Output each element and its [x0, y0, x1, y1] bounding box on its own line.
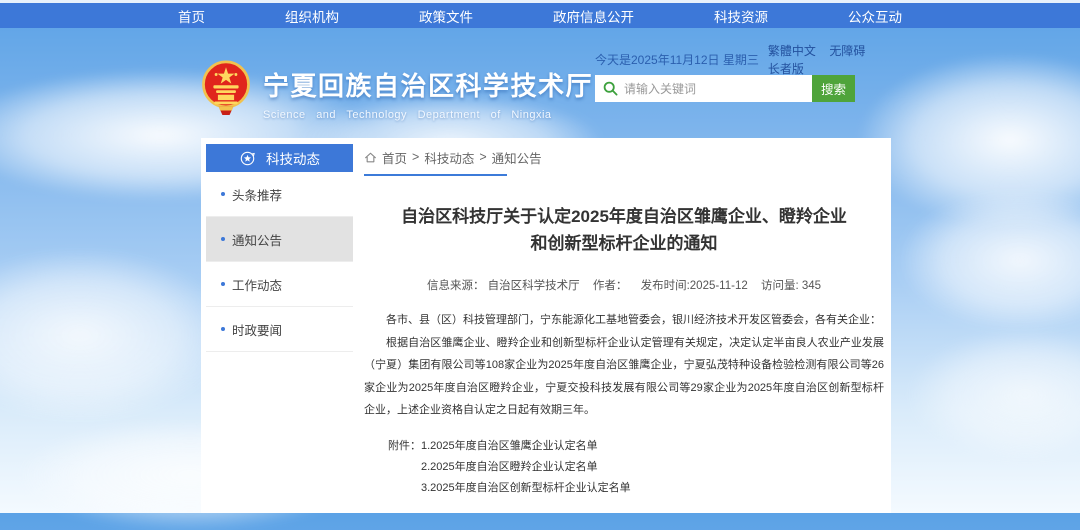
- search-input[interactable]: [624, 82, 806, 96]
- meta-publish-time: 发布时间:2025-11-12: [641, 280, 748, 292]
- sidebar-item-political-news[interactable]: 时政要闻: [206, 307, 353, 352]
- nav-item-home[interactable]: 首页: [178, 6, 205, 26]
- sidebar-item-notices[interactable]: 通知公告: [206, 217, 353, 262]
- article-title: 自治区科技厅关于认定2025年度自治区雏鹰企业、瞪羚企业 和创新型标杆企业的通知: [364, 203, 884, 257]
- sidebar-item-work-updates[interactable]: 工作动态: [206, 262, 353, 307]
- tech-news-icon: [239, 150, 256, 167]
- attachment-link[interactable]: 3.2025年度自治区创新型标杆企业认定名单: [421, 478, 631, 499]
- national-emblem-icon: [199, 59, 253, 117]
- site-title: 宁夏回族自治区科学技术厅: [263, 66, 593, 103]
- content-panel: 科技动态 头条推荐 通知公告 工作动态 时政要闻: [201, 138, 891, 513]
- header-utility: 今天是2025年11月12日 星期三 繁體中文 无障碍 长者版 搜索: [595, 52, 874, 102]
- site-subtitle: Science and Technology Department of Nin…: [263, 109, 593, 121]
- home-icon: [364, 151, 377, 164]
- breadcrumb-current: 通知公告: [492, 148, 542, 167]
- nav-item-organization[interactable]: 组织机构: [285, 6, 339, 26]
- breadcrumb-section[interactable]: 科技动态: [424, 148, 474, 167]
- attachment-link[interactable]: 1.2025年度自治区雏鹰企业认定名单: [421, 436, 631, 457]
- meta-source: 信息来源： 自治区科学技术厅: [427, 280, 580, 292]
- sidebar-item-headlines[interactable]: 头条推荐: [206, 172, 353, 217]
- attachments: 附件： 1.2025年度自治区雏鹰企业认定名单 2.2025年度自治区瞪羚企业认…: [364, 436, 884, 499]
- sidebar-item-label: 时政要闻: [232, 320, 282, 339]
- article-column: 首页 > 科技动态 > 通知公告 自治区科技厅关于认定2025年度自治区雏鹰企业…: [364, 146, 884, 499]
- cloud: [910, 330, 1080, 460]
- article-meta: 信息来源： 自治区科学技术厅 作者： 发布时间:2025-11-12 访问量: …: [364, 277, 884, 293]
- bullet-dot: [221, 282, 225, 286]
- article-body: 各市、县（区）科技管理部门，宁东能源化工基地管委会，银川经济技术开发区管委会，各…: [364, 309, 884, 422]
- attachments-label: 附件：: [388, 436, 421, 499]
- site-title-block: 宁夏回族自治区科学技术厅 Science and Technology Depa…: [263, 66, 593, 121]
- sidebar-title: 科技动态: [266, 148, 320, 168]
- bullet-dot: [221, 327, 225, 331]
- breadcrumb-home[interactable]: 首页: [382, 148, 407, 167]
- page: { "nav": { "items": ["首页", "组织机构", "政策文件…: [0, 0, 1080, 513]
- sidebar-header[interactable]: 科技动态: [206, 144, 353, 172]
- sidebar-item-label: 通知公告: [232, 230, 282, 249]
- article-paragraph: 根据自治区雏鹰企业、瞪羚企业和创新型标杆企业认定管理有关规定，决定认定半亩良人农…: [364, 332, 884, 422]
- search-button[interactable]: 搜索: [812, 75, 855, 102]
- meta-visit-count: 访问量: 345: [761, 280, 821, 292]
- nav-item-resources[interactable]: 科技资源: [714, 6, 768, 26]
- article-paragraph: 各市、县（区）科技管理部门，宁东能源化工基地管委会，银川经济技术开发区管委会，各…: [364, 309, 884, 332]
- nav-item-gov-info[interactable]: 政府信息公开: [553, 6, 634, 26]
- breadcrumb: 首页 > 科技动态 > 通知公告: [364, 146, 884, 168]
- search-bar: 搜索: [595, 75, 874, 102]
- nav-item-policy[interactable]: 政策文件: [419, 6, 473, 26]
- breadcrumb-separator: >: [412, 150, 419, 164]
- bullet-dot: [221, 192, 225, 196]
- article-title-line2: 和创新型标杆企业的通知: [364, 230, 884, 257]
- sidebar-menu: 头条推荐 通知公告 工作动态 时政要闻: [206, 172, 353, 352]
- breadcrumb-underline: [364, 174, 507, 176]
- article-title-line1: 自治区科技厅关于认定2025年度自治区雏鹰企业、瞪羚企业: [364, 203, 884, 230]
- cloud: [0, 250, 230, 420]
- link-accessibility[interactable]: 无障碍: [829, 44, 865, 58]
- site-logo[interactable]: [199, 59, 253, 117]
- bullet-dot: [221, 237, 225, 241]
- breadcrumb-separator: >: [479, 150, 486, 164]
- sidebar-item-label: 头条推荐: [232, 185, 282, 204]
- current-date: 今天是2025年11月12日 星期三: [595, 51, 759, 68]
- meta-author: 作者：: [593, 280, 628, 292]
- sidebar: 科技动态 头条推荐 通知公告 工作动态 时政要闻: [206, 144, 353, 352]
- link-elder-version[interactable]: 长者版: [768, 62, 804, 76]
- top-nav: 首页 组织机构 政策文件 政府信息公开 科技资源 公众互动: [0, 3, 1080, 28]
- link-traditional-chinese[interactable]: 繁體中文: [768, 44, 816, 58]
- search-icon: [603, 81, 618, 96]
- sidebar-item-label: 工作动态: [232, 275, 282, 294]
- attachment-link[interactable]: 2.2025年度自治区瞪羚企业认定名单: [421, 457, 631, 478]
- nav-item-interaction[interactable]: 公众互动: [848, 6, 902, 26]
